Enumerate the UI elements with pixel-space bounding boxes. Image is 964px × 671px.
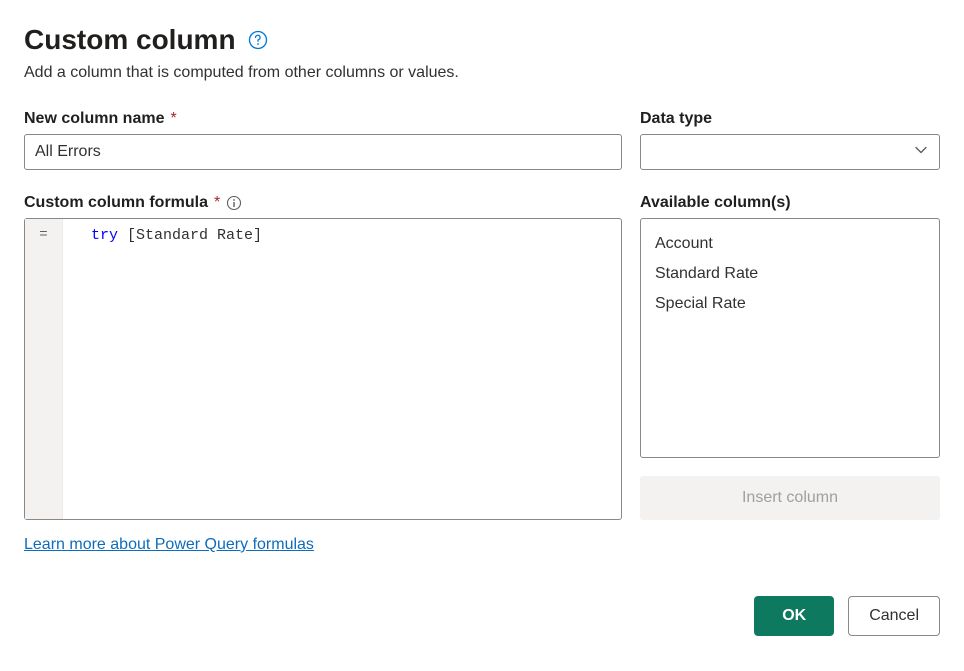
learn-more-link[interactable]: Learn more about Power Query formulas bbox=[24, 536, 314, 554]
help-icon[interactable] bbox=[248, 30, 268, 50]
data-type-select[interactable] bbox=[640, 134, 940, 170]
list-item[interactable]: Special Rate bbox=[653, 289, 927, 319]
list-item[interactable]: Standard Rate bbox=[653, 259, 927, 289]
required-indicator: * bbox=[170, 110, 176, 128]
formula-editor[interactable]: = try [Standard Rate] bbox=[24, 218, 622, 520]
cancel-button[interactable]: Cancel bbox=[848, 596, 940, 636]
formula-keyword: try bbox=[91, 227, 118, 244]
formula-body: [Standard Rate] bbox=[118, 227, 262, 244]
new-column-name-label: New column name * bbox=[24, 110, 622, 128]
ok-button[interactable]: OK bbox=[754, 596, 834, 636]
new-column-name-input[interactable] bbox=[24, 134, 622, 170]
required-indicator: * bbox=[214, 194, 220, 212]
insert-column-button: Insert column bbox=[640, 476, 940, 520]
formula-label: Custom column formula * bbox=[24, 194, 622, 212]
list-item[interactable]: Account bbox=[653, 229, 927, 259]
formula-content[interactable]: try [Standard Rate] bbox=[63, 219, 621, 519]
dialog-subtitle: Add a column that is computed from other… bbox=[24, 64, 940, 82]
data-type-label: Data type bbox=[640, 110, 940, 128]
dialog-title: Custom column bbox=[24, 24, 236, 56]
available-columns-list[interactable]: Account Standard Rate Special Rate bbox=[640, 218, 940, 458]
formula-gutter: = bbox=[25, 219, 63, 519]
info-icon[interactable] bbox=[226, 195, 242, 211]
available-columns-label: Available column(s) bbox=[640, 194, 940, 212]
